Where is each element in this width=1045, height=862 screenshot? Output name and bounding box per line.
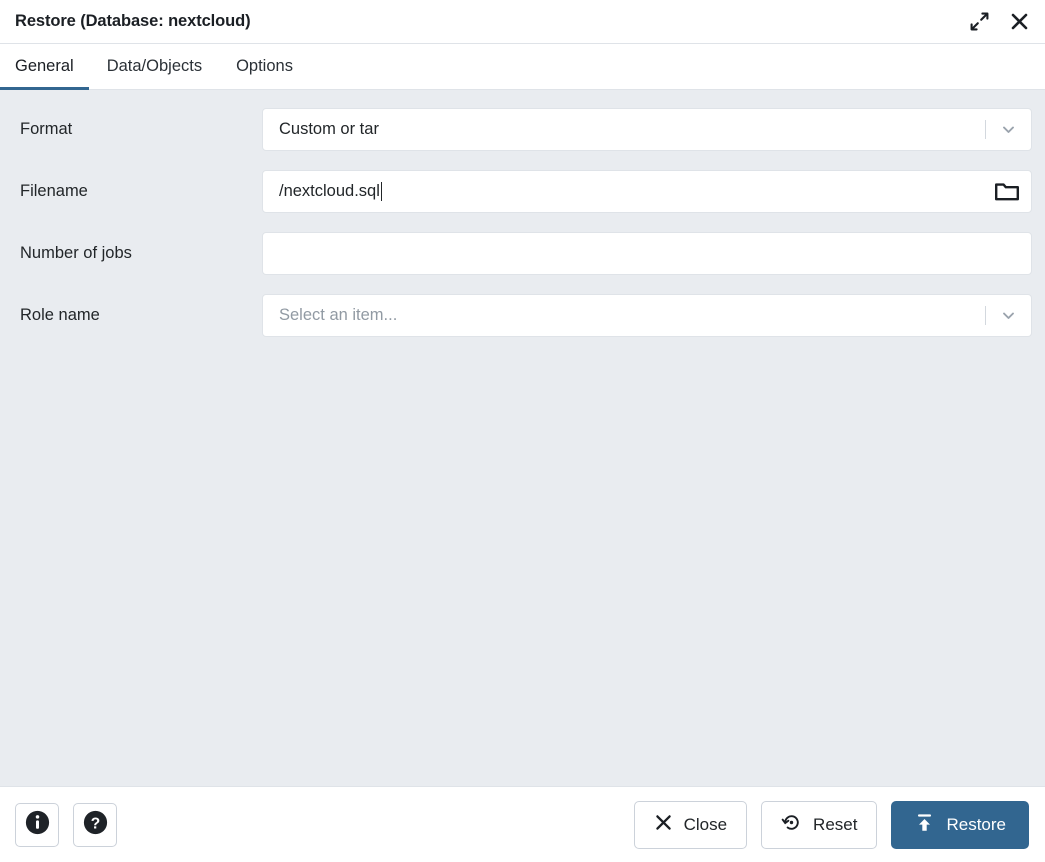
role-name-select[interactable]: Select an item... [262, 294, 1032, 337]
dialog-title: Restore (Database: nextcloud) [15, 12, 251, 30]
form-row-format: Format Custom or tar [13, 108, 1032, 151]
help-icon: ? [82, 809, 109, 841]
close-icon [654, 813, 673, 837]
number-of-jobs-input[interactable] [262, 232, 1032, 275]
tab-options[interactable]: Options [219, 44, 310, 89]
dialog-body: Format Custom or tar Filename /nextcloud… [0, 90, 1045, 786]
format-label: Format [20, 120, 73, 138]
help-button[interactable]: ? [73, 802, 117, 847]
reset-icon [781, 812, 802, 838]
close-icon[interactable] [1007, 10, 1031, 34]
restore-dialog: Restore (Database: nextcloud) General Da… [0, 0, 1045, 862]
titlebar-actions [967, 10, 1031, 34]
format-value: Custom or tar [279, 120, 379, 138]
text-cursor [380, 182, 382, 201]
filename-label: Filename [20, 182, 88, 200]
tab-data-objects-label: Data/Objects [106, 57, 203, 75]
chevron-down-icon[interactable] [985, 109, 1031, 150]
tab-general-label: General [15, 57, 74, 75]
svg-text:?: ? [90, 815, 99, 832]
close-button-label: Close [683, 814, 728, 834]
expand-diagonal-icon[interactable] [967, 10, 991, 34]
role-name-label: Role name [20, 306, 100, 324]
footer-right-actions: Close Reset Restore [633, 800, 1029, 849]
form-row-role-name: Role name Select an item... [13, 294, 1032, 337]
role-name-placeholder: Select an item... [279, 306, 398, 324]
folder-icon[interactable] [983, 171, 1031, 212]
tab-data-objects[interactable]: Data/Objects [90, 44, 219, 89]
number-of-jobs-label: Number of jobs [20, 244, 132, 262]
reset-button-label: Reset [813, 814, 858, 834]
close-button[interactable]: Close [633, 800, 748, 849]
tab-options-label: Options [236, 57, 293, 75]
info-button[interactable] [15, 802, 59, 847]
restore-button[interactable]: Restore [891, 800, 1029, 849]
chevron-down-icon[interactable] [985, 295, 1031, 336]
dialog-titlebar: Restore (Database: nextcloud) [0, 0, 1045, 44]
tab-general[interactable]: General [0, 44, 90, 90]
filename-value: /nextcloud.sql [279, 182, 380, 200]
reset-button[interactable]: Reset [761, 800, 878, 849]
footer-left-actions: ? [15, 802, 117, 847]
form-row-filename: Filename /nextcloud.sql [13, 170, 1032, 213]
info-icon [24, 809, 51, 841]
format-select[interactable]: Custom or tar [262, 108, 1032, 151]
upload-icon [914, 812, 935, 838]
filename-input[interactable]: /nextcloud.sql [262, 170, 1032, 213]
restore-button-label: Restore [946, 814, 1006, 834]
form-row-number-of-jobs: Number of jobs [13, 232, 1032, 275]
dialog-footer: ? Close Reset Restore [0, 786, 1045, 862]
tabbar: General Data/Objects Options [0, 44, 1045, 90]
